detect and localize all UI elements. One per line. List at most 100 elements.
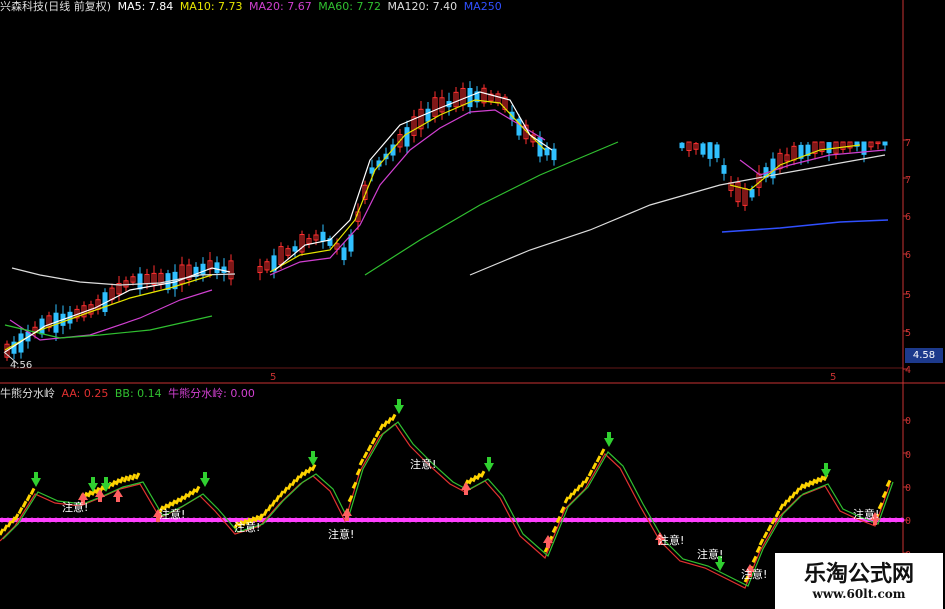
sell-arrow-icon [824, 463, 828, 469]
bull-bear-dot [653, 517, 659, 523]
bull-bear-dot [599, 517, 605, 523]
stock-name: 兴森科技(日线 前复权) [0, 0, 112, 13]
bull-bear-dot [845, 517, 851, 523]
rising-bar [294, 475, 301, 483]
sell-arrow-icon [604, 438, 614, 447]
period-marker: 5 [270, 372, 277, 383]
candle-body [700, 143, 706, 155]
bull-bear-dot [299, 517, 305, 523]
rising-bar [134, 472, 141, 480]
candle-body [341, 247, 347, 261]
candle-body [404, 127, 410, 147]
rising-bar [194, 485, 201, 494]
bull-bear-dot [611, 517, 617, 523]
rising-bar [794, 487, 801, 495]
sell-arrow-icon [484, 463, 494, 472]
rising-bar [310, 463, 317, 472]
sell-arrow-icon [91, 477, 95, 483]
bull-bear-dot [743, 517, 749, 523]
ma10-line [4, 274, 213, 351]
bull-bear-dot [671, 517, 677, 523]
bull-bear-dot [53, 517, 59, 523]
bull-bear-dot [503, 517, 509, 523]
ma20-label: MA20: 7.67 [249, 0, 312, 13]
rising-bar [86, 490, 93, 498]
bull-bear-dot [617, 517, 623, 523]
bull-bear-dot [389, 517, 395, 523]
bull-bear-dot [329, 517, 335, 523]
rising-bar [182, 492, 189, 501]
rising-bar [298, 471, 305, 479]
candle-body [721, 165, 727, 174]
rising-bar [802, 481, 809, 490]
price-axis: 7 7 6 6 5 5 4 [903, 0, 945, 383]
bull-bear-dot [443, 517, 449, 523]
bull-bear-dot [833, 517, 839, 523]
candle-body [369, 167, 375, 174]
rising-bar [274, 494, 281, 503]
rising-bar [571, 488, 578, 496]
indicator-tick: 0 [905, 416, 912, 427]
price-chart[interactable] [0, 0, 945, 609]
candle-body [882, 141, 888, 146]
bull-bear-dot [371, 517, 377, 523]
bull-bear-dot [605, 517, 611, 523]
bull-bear-dot [23, 517, 29, 523]
bull-bear-dot [473, 517, 479, 523]
low-price-label: 4.56 [10, 360, 33, 371]
bull-bear-dot [293, 517, 299, 523]
bull-bear-dot [719, 517, 725, 523]
bull-bear-dot [749, 517, 755, 523]
candle-body [200, 263, 206, 276]
rising-bar [174, 497, 181, 505]
sell-arrow-icon [487, 457, 491, 463]
rising-bar [378, 423, 385, 431]
attention-label: 注意! [234, 521, 261, 534]
indicator-tick: 0 [905, 516, 912, 527]
rising-bar [29, 487, 36, 496]
bull-bear-dot [827, 517, 833, 523]
candle-body [551, 148, 557, 161]
candle-body [714, 144, 720, 159]
bull-bear-dot [59, 517, 65, 523]
bull-bear-dot [65, 517, 71, 523]
bull-bear-dot [725, 517, 731, 523]
bull-bear-dot [425, 517, 431, 523]
rising-bar [366, 444, 373, 452]
stock-chart-window: 兴森科技(日线 前复权) MA5: 7.84 MA10: 7.73 MA20: … [0, 0, 945, 609]
ma250-line [721, 219, 889, 233]
bull-bear-dot [797, 517, 803, 523]
rising-bar [575, 484, 582, 492]
bull-bear-dot [29, 517, 35, 523]
ma5-label: MA5: 7.84 [117, 0, 174, 13]
bull-bear-dot [791, 517, 797, 523]
bull-bear-dot [887, 517, 893, 523]
bull-bear-dot [701, 517, 707, 523]
candle-body [826, 142, 832, 154]
rising-bar [370, 437, 377, 445]
buy-arrow-icon [98, 497, 102, 502]
bull-bear-dot [881, 517, 887, 523]
bull-bear-dot [821, 517, 827, 523]
bull-bear-dot [107, 517, 113, 523]
bull-bear-dot [131, 517, 137, 523]
bull-bear-dot [197, 517, 203, 523]
ma10-label: MA10: 7.73 [179, 0, 243, 13]
site-watermark: 乐淘公式网 www.60lt.com [775, 553, 943, 609]
bull-bear-dot [581, 517, 587, 523]
bull-bear-dot [755, 517, 761, 523]
rising-bar [190, 488, 197, 496]
bull-bear-dot [191, 517, 197, 523]
candle-body [679, 142, 685, 149]
bull-bear-dot [695, 517, 701, 523]
bull-bear-dot [413, 517, 419, 523]
bull-bear-dot [785, 517, 791, 523]
candle-body [749, 189, 755, 198]
bull-bear-dot [761, 517, 767, 523]
bull-bear-dot [113, 517, 119, 523]
rising-bar [290, 478, 297, 487]
rising-bar [358, 458, 365, 466]
current-price-badge: 4.58 [905, 348, 943, 363]
bull-bear-dot [215, 517, 221, 523]
rising-bar [186, 490, 193, 498]
